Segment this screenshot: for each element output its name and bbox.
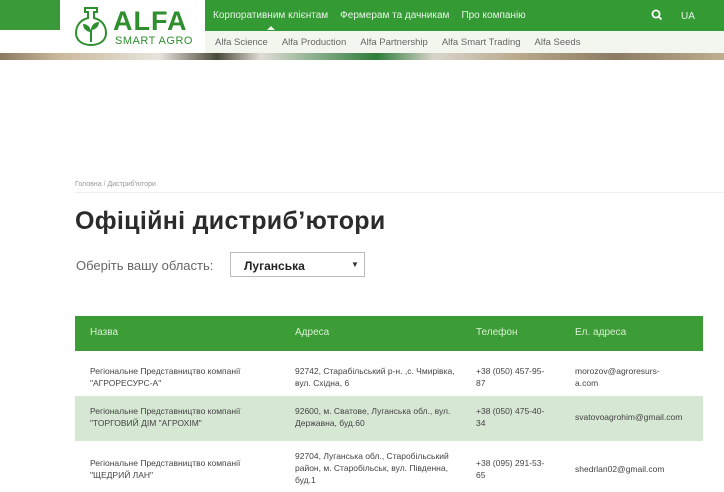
breadcrumb-divider (75, 192, 724, 193)
cell-email[interactable]: shedrlan02@gmail.com (575, 463, 700, 475)
cell-address: 92600, м. Сватове, Луганська обл., вул. … (295, 406, 451, 428)
site-header: ALFA SMART AGRO Корпоративним клієнтам Ф… (0, 0, 724, 60)
subnav-alfa-partnership[interactable]: Alfa Partnership (360, 37, 428, 48)
search-icon[interactable] (650, 8, 664, 22)
sub-nav: Alfa Science Alfa Production Alfa Partne… (205, 31, 584, 53)
table-row: Регіональне Представництво компанії "АГР… (75, 351, 703, 396)
subnav-alfa-seeds[interactable]: Alfa Seeds (535, 37, 581, 48)
breadcrumb-current: Дистриб'ютори (107, 181, 156, 188)
header-photo-strip (0, 53, 724, 60)
cell-phone: +38 (050) 457-95-87 (476, 366, 545, 388)
cell-name: Регіональне Представництво компанії "АГР… (90, 366, 241, 388)
column-header-phone: Телефон (476, 327, 518, 338)
table-row: Регіональне Представництво компанії "ТОР… (75, 396, 703, 441)
breadcrumb-separator: / (103, 181, 106, 188)
cell-address: 92742, Старабільський р-н. ,с. Чмирівка,… (295, 366, 455, 388)
cell-address: 92704, Луганська обл., Старобільський ра… (295, 451, 449, 485)
column-header-address: Адреса (295, 327, 330, 338)
site-logo[interactable]: ALFA SMART AGRO (60, 0, 205, 53)
cell-name: Регіональне Представництво компанії "ЩЕД… (90, 458, 241, 480)
cell-name: Регіональне Представництво компанії "ТОР… (90, 406, 241, 428)
distributors-table: Назва Адреса Телефон Ел. адреса Регіонал… (75, 316, 703, 492)
header-green-left (0, 0, 60, 30)
region-select[interactable]: Луганська ▼ (230, 252, 365, 277)
nav-farmers[interactable]: Фермерам та дачникам (340, 10, 449, 21)
breadcrumb: Головна / Дистриб'ютори (75, 181, 156, 188)
main-nav: Корпоративним клієнтам Фермерам та дачни… (205, 0, 530, 31)
subnav-alfa-production[interactable]: Alfa Production (282, 37, 346, 48)
region-select-value: Луганська (244, 259, 305, 273)
language-switch[interactable]: UA (681, 11, 695, 22)
cell-phone: +38 (050) 475-40-34 (476, 406, 545, 428)
plant-sprout-icon (74, 7, 108, 46)
subnav-alfa-science[interactable]: Alfa Science (215, 37, 268, 48)
table-row: Регіональне Представництво компанії "ЩЕД… (75, 441, 703, 492)
table-header: Назва Адреса Телефон Ел. адреса (75, 316, 703, 351)
region-label: Оберіть вашу область: (76, 258, 214, 273)
cell-phone: +38 (095) 291-53-65 (476, 458, 545, 480)
column-header-name: Назва (90, 327, 119, 338)
logo-subtitle: SMART AGRO (115, 35, 193, 47)
subnav-alfa-smart-trading[interactable]: Alfa Smart Trading (442, 37, 521, 48)
nav-about-company[interactable]: Про компанію (461, 10, 525, 21)
column-header-email: Ел. адреса (575, 327, 627, 338)
caret-down-icon: ▼ (351, 260, 359, 269)
breadcrumb-home[interactable]: Головна (75, 181, 102, 188)
page-title: Офіційні дистриб’ютори (75, 207, 386, 235)
nav-corporate-clients[interactable]: Корпоративним клієнтам (213, 10, 328, 30)
cell-email[interactable]: svatovoagrohim@gmail.com (575, 411, 700, 423)
cell-email[interactable]: morozov@agroresurs-a.com (575, 365, 665, 389)
logo-title: ALFA (113, 6, 188, 36)
